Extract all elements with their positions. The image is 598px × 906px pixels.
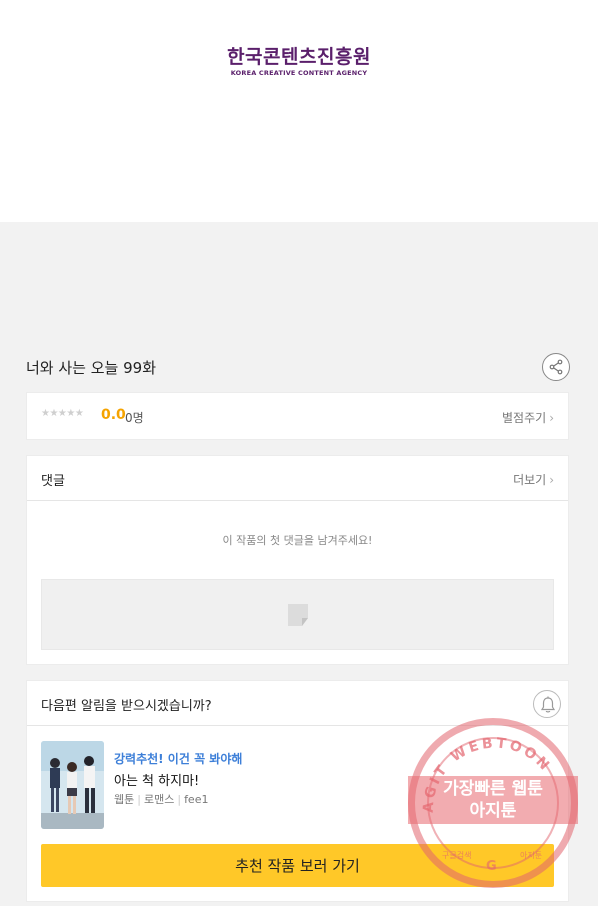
comment-more-label: 더보기	[513, 473, 547, 487]
watermark-g-glyph: G	[486, 859, 497, 874]
share-button[interactable]	[542, 353, 570, 381]
watermark-line2: 아지툰	[469, 801, 517, 821]
rate-button[interactable]: 별점주기 ›	[502, 409, 554, 426]
genre-label: 로맨스	[143, 793, 175, 806]
comment-header: 댓글 더보기 ›	[27, 456, 568, 501]
rating-score: 0.0	[101, 407, 126, 423]
logo-korean-text: 한국콘텐츠진흥원	[227, 46, 371, 68]
chevron-right-icon: ›	[549, 473, 554, 487]
genre-label: fee1	[184, 793, 209, 806]
notify-title: 다음편 알림을 받으시겠습니까?	[41, 699, 212, 714]
recommendation-tag: 강력추천! 이건 꼭 봐야해	[114, 752, 243, 766]
watermark-bottom-right: 아지툰	[520, 850, 542, 860]
logo-english-text: KOREA CREATIVE CONTENT AGENCY	[230, 69, 368, 77]
separator: |	[177, 793, 182, 806]
share-icon	[549, 359, 563, 375]
comment-empty-message: 이 작품의 첫 댓글을 남겨주세요!	[222, 534, 373, 547]
ad-banner[interactable]: 한국콘텐츠진흥원 KOREA CREATIVE CONTENT AGENCY	[0, 0, 598, 222]
rating-card: ★★★★★ 0.0 0명 별점주기 ›	[26, 392, 569, 440]
document-icon	[288, 604, 308, 626]
comment-more-link[interactable]: 더보기 ›	[513, 471, 554, 488]
thumbnail-illustration	[41, 741, 104, 829]
bell-icon	[540, 696, 556, 713]
notify-bell-button[interactable]	[533, 690, 561, 718]
episode-title: 너와 사는 오늘 99화	[26, 359, 156, 377]
recommendation-meta: 웹툰 | 로맨스 | fee1	[114, 791, 208, 807]
watermark-bottom-left: 구글검색	[442, 850, 471, 860]
genre-label: 웹툰	[114, 793, 135, 806]
kocca-logo: 한국콘텐츠진흥원 KOREA CREATIVE CONTENT AGENCY	[226, 46, 372, 77]
comment-input-box[interactable]	[41, 579, 554, 650]
recommendation-thumbnail[interactable]	[41, 741, 104, 829]
watermark-band: 가장빠른 웹툰 아지툰	[408, 776, 578, 824]
recommendation-title[interactable]: 아는 척 하지마!	[114, 770, 199, 789]
rating-count: 0명	[125, 411, 144, 425]
rating-stars: ★★★★★	[41, 408, 84, 419]
comment-title: 댓글	[41, 474, 65, 489]
watermark-line1: 가장빠른 웹툰	[443, 779, 543, 799]
chevron-right-icon: ›	[549, 411, 554, 425]
separator: |	[137, 793, 141, 806]
episode-header: 너와 사는 오늘 99화	[26, 352, 571, 382]
comment-section: 댓글 더보기 › 이 작품의 첫 댓글을 남겨주세요!	[26, 455, 569, 665]
rate-button-label: 별점주기	[502, 411, 547, 425]
